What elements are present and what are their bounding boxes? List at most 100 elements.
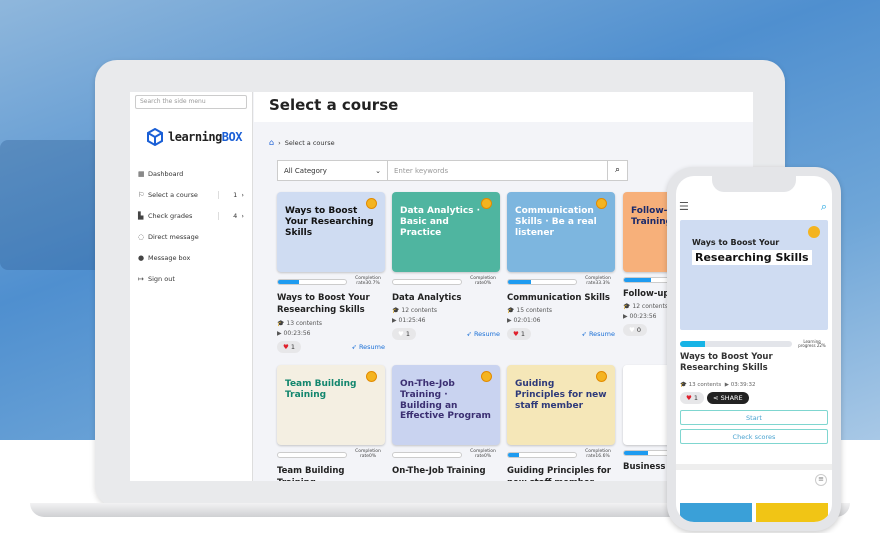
duration: ▶ 01:25:46 [392,317,426,325]
medal-icon [366,198,377,209]
course-thumbnail[interactable] [756,503,828,522]
box-logo-icon [147,128,163,146]
search-icon: ⌕ [614,165,621,175]
like-button[interactable]: ♥ 0 [623,324,648,337]
like-button[interactable]: ♥ 1 [680,392,705,404]
flag-icon: ⚐ [138,190,145,199]
resume-button[interactable]: ➶ Resume [351,343,385,351]
check-scores-button[interactable]: Check scores [680,429,828,444]
course-title[interactable]: Communication Skills [507,292,615,304]
phone-screen: ☰ ⌕ Ways to Boost Your Researching Skills… [676,176,832,522]
course-thumbnail[interactable]: Ways to Boost Your Researching Skills [680,220,828,330]
course-title[interactable]: Team Building Training [277,465,385,481]
course-meta: 🎓 13 contents ▶ 03:39:32 [680,382,756,388]
messages-icon: ● [138,253,145,262]
thumbnail-text: Communication Skills · Be a real listene… [515,206,597,238]
course-card[interactable]: Guiding Principles for new staff member … [507,365,615,481]
course-thumbnail[interactable]: Guiding Principles for new staff member [507,365,615,445]
completion-progress: Completion rate0% [392,449,500,460]
course-thumbnail[interactable] [680,503,752,522]
course-thumbnail[interactable]: Data Analytics · Basic and Practice [392,192,500,272]
medal-icon [596,198,607,209]
course-card[interactable]: Team Building Training Completion rate0%… [277,365,385,481]
search-icon[interactable]: ⌕ [821,200,827,214]
completion-progress: Completion rate0% [277,449,385,460]
hamburger-menu-icon[interactable]: ☰ [679,200,689,214]
thumbnail-text: Ways to Boost Your Researching Skills [285,206,374,238]
medal-icon [808,226,820,238]
home-icon[interactable]: ⌂ [269,138,274,147]
logo: learningBOX [146,127,252,147]
medal-icon [596,371,607,382]
side-menu: ▦ Dashboard ⚐ Select a course 1 › ▙ Check grad… [130,163,252,289]
keyword-input[interactable]: Enter keywords [388,161,607,180]
chevron-down-icon: ⌄ [375,167,381,175]
thumbnail-text: On-The-Job Training · Building an Effect… [400,379,491,422]
list-view-icon[interactable]: ≡ [815,474,827,486]
course-title[interactable]: Guiding Principles for new staff member [507,465,615,481]
heart-icon: ♥ [513,330,519,339]
thumbnail-text: Team Building Training [285,379,357,400]
sidebar-item-label: Message box [148,253,191,262]
share-button[interactable]: ⋖ SHARE [707,392,749,404]
logo-text: learningBOX [168,130,242,144]
heart-icon: ♥ [398,330,404,339]
medal-icon [481,371,492,382]
breadcrumb-separator: › [278,138,281,147]
phone-notch [712,176,796,192]
resume-button[interactable]: ➶ Resume [466,330,500,338]
breadcrumb-current: Select a course [284,138,335,147]
chart-icon: ▙ [138,211,144,220]
duration: ▶ 00:23:56 [277,329,311,337]
sidebar-item[interactable]: ● Message box [130,247,252,268]
duration: ▶ 02:01:06 [507,317,541,325]
sidebar-item-label: Dashboard [148,169,184,178]
course-thumbnail[interactable]: On-The-Job Training · Building an Effect… [392,365,500,445]
laptop-screen: Search the side menu learningBOX ▦ Dashbo… [130,92,753,481]
course-title[interactable]: On-The-Job Training [392,465,500,477]
contents-count: 🎓 12 contents [392,307,438,315]
thumbnail-text: Guiding Principles for new staff member [515,379,607,411]
chat-icon: ◌ [138,232,145,241]
side-menu-search-input[interactable]: Search the side menu [135,95,247,109]
sidebar-item[interactable]: ◌ Direct message [130,226,252,247]
completion-progress: Completion rate16.6% [507,449,615,460]
page-title: Select a course [254,92,753,122]
thumbnail-text: Data Analytics · Basic and Practice [400,206,481,238]
like-button[interactable]: ♥ 1 [277,340,302,353]
resume-button[interactable]: ➶ Resume [581,330,615,338]
sidebar-item[interactable]: ▙ Check grades 4 › [130,205,252,226]
thumbnail-text: Ways to Boost Your [692,238,780,247]
completion-progress: Completion rate33.3% [507,276,615,287]
course-thumbnail[interactable]: Team Building Training [277,365,385,445]
category-select[interactable]: All Category ⌄ [278,161,388,180]
share-icon: ⋖ [713,394,719,402]
contents-count: 🎓 15 contents [507,307,553,315]
sidebar-item[interactable]: ⚐ Select a course 1 › [130,184,252,205]
course-card[interactable]: Ways to Boost Your Researching Skills Co… [277,192,385,353]
course-card[interactable]: Data Analytics · Basic and Practice Comp… [392,192,500,341]
sidebar-item-label: Check grades [148,211,193,220]
course-card[interactable]: Communication Skills · Be a real listene… [507,192,615,341]
course-title[interactable]: Ways to Boost Your Researching Skills [277,292,385,317]
course-thumbnail[interactable]: Ways to Boost Your Researching Skills [277,192,385,272]
course-card[interactable]: On-The-Job Training · Building an Effect… [392,365,500,477]
like-button[interactable]: ♥ 1 [507,328,532,341]
breadcrumb: ⌂ › Select a course [269,138,335,147]
course-thumbnail[interactable]: Communication Skills · Be a real listene… [507,192,615,272]
like-button[interactable]: ♥ 1 [392,328,417,341]
course-title[interactable]: Data Analytics [392,292,500,304]
course-filter: All Category ⌄ Enter keywords ⌕ [277,160,628,181]
search-button[interactable]: ⌕ [607,161,627,180]
thumbnail-text: Researching Skills [692,250,812,265]
completion-progress: Completion rate0% [392,276,500,287]
sidebar-item-label: Select a course [148,190,198,199]
sidebar-item[interactable]: ▦ Dashboard [130,163,252,184]
heart-icon: ♥ [283,342,289,351]
sidebar-item[interactable]: ↦ Sign out [130,268,252,289]
divider [676,464,832,470]
completion-progress: Completion rate30.7% [277,276,385,287]
course-title: Ways to Boost Your Researching Skills [680,352,773,374]
send-icon: ➶ [466,330,472,339]
start-button[interactable]: Start [680,410,828,425]
